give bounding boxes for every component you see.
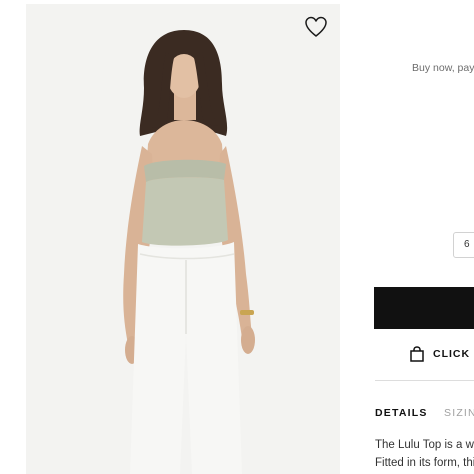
product-image[interactable] bbox=[26, 4, 340, 474]
click-collect-label: CLICK & bbox=[433, 348, 474, 360]
add-to-bag-button[interactable] bbox=[374, 287, 474, 329]
divider bbox=[375, 380, 474, 381]
model-photo bbox=[123, 30, 255, 474]
description-line: Fitted in its form, this bbox=[375, 457, 474, 469]
product-description: The Lulu Top is a war Fitted in its form… bbox=[375, 436, 474, 472]
tab-details[interactable]: DETAILS bbox=[375, 407, 428, 419]
click-collect-link[interactable]: CLICK & bbox=[410, 345, 474, 363]
description-line: The Lulu Top is a war bbox=[375, 439, 474, 451]
size-option-6[interactable]: 6 bbox=[453, 232, 474, 258]
tab-sizing[interactable]: SIZIN bbox=[444, 407, 474, 419]
shopping-bag-icon bbox=[410, 346, 424, 362]
wishlist-heart-icon[interactable] bbox=[303, 14, 329, 40]
payment-note: Buy now, pay l bbox=[412, 62, 474, 74]
